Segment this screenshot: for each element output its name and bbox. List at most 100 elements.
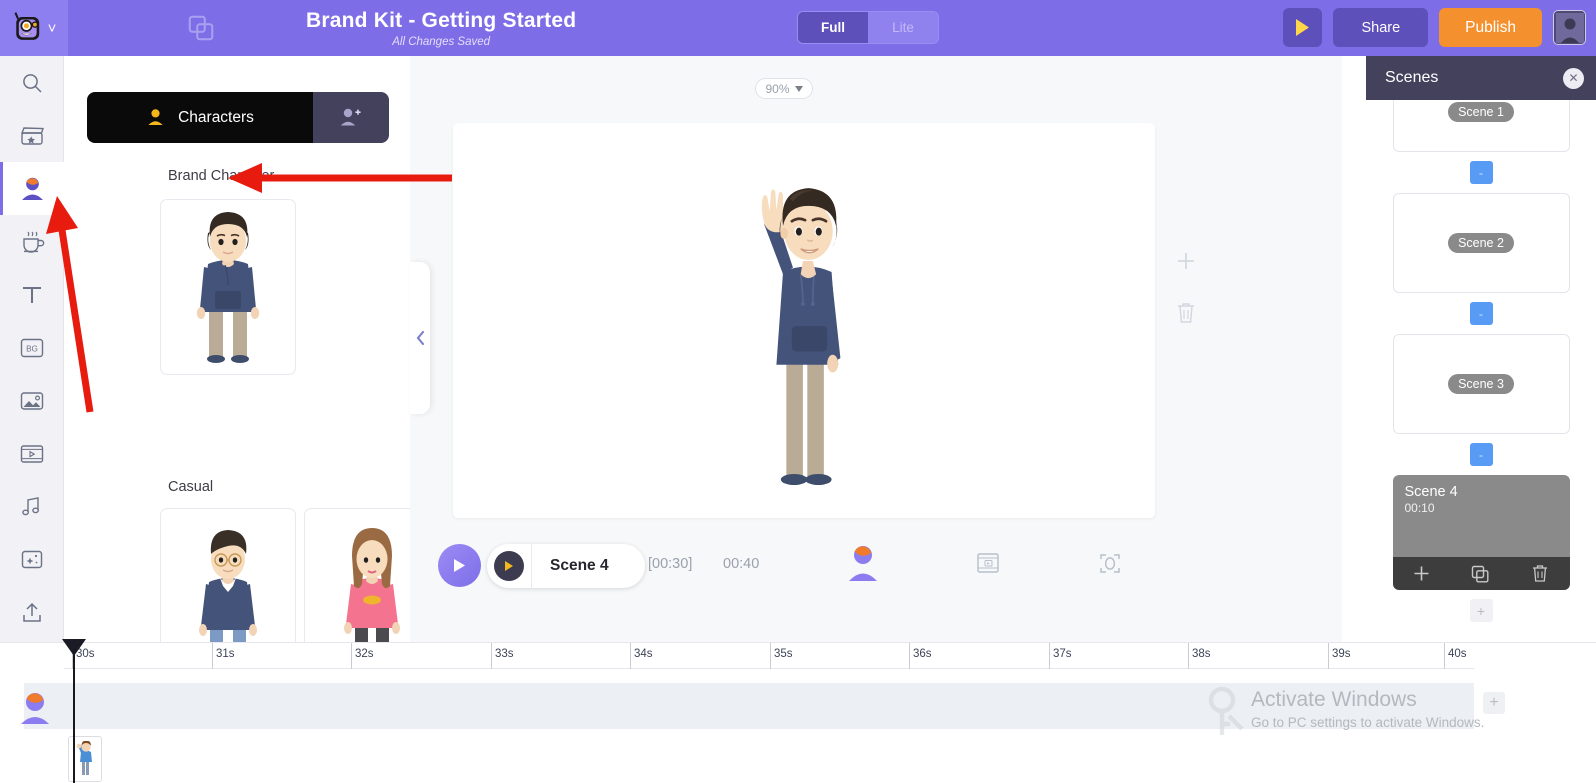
project-title-block: Brand Kit - Getting Started All Changes … bbox=[306, 9, 576, 48]
preview-button[interactable] bbox=[1283, 8, 1323, 47]
casual-male-glasses bbox=[199, 530, 257, 642]
play-icon bbox=[454, 559, 465, 572]
ruler-tick: 37s bbox=[1049, 643, 1072, 669]
image-icon bbox=[20, 391, 44, 410]
add-character-button[interactable] bbox=[313, 92, 389, 143]
tab-characters-label: Characters bbox=[178, 108, 254, 126]
user-avatar bbox=[1555, 12, 1584, 43]
video-settings-button[interactable] bbox=[975, 552, 1001, 580]
focus-frame-icon bbox=[1100, 554, 1120, 573]
scenes-panel-title: Scenes bbox=[1385, 69, 1439, 86]
ruler-tick: 34s bbox=[630, 643, 653, 669]
character-card-casual-male[interactable] bbox=[160, 508, 296, 642]
film-strip-icon bbox=[20, 444, 44, 463]
timeline-character-avatar[interactable] bbox=[16, 691, 54, 732]
mode-toggle[interactable]: Full Lite bbox=[797, 11, 939, 44]
music-note-icon bbox=[22, 496, 40, 515]
sidebar-item-scenes-templates[interactable] bbox=[0, 109, 64, 162]
waving-male-hoodie-character[interactable] bbox=[719, 165, 889, 485]
sidebar-item-images[interactable] bbox=[0, 374, 64, 427]
ruler-tick: 32s bbox=[351, 643, 374, 669]
sidebar-item-effects[interactable] bbox=[0, 533, 64, 586]
publish-button[interactable]: Publish bbox=[1439, 8, 1542, 47]
sidebar-item-upload[interactable] bbox=[0, 586, 64, 639]
timeline-playhead[interactable] bbox=[62, 639, 86, 783]
play-icon bbox=[1296, 19, 1310, 36]
total-time: 00:40 bbox=[723, 556, 760, 572]
characters-tab-group: Characters bbox=[87, 92, 389, 143]
plus-icon[interactable] bbox=[1176, 251, 1196, 271]
add-scene-button[interactable]: + bbox=[1469, 599, 1493, 622]
characters-panel: Characters Brand Character Casual bbox=[64, 56, 410, 642]
timeline-track-band[interactable] bbox=[24, 683, 1474, 729]
avatar[interactable] bbox=[1553, 10, 1586, 45]
coffee-cup-icon bbox=[22, 231, 44, 253]
play-button[interactable] bbox=[438, 544, 481, 587]
scene-thumb-4-selected[interactable]: Scene 4 00:10 bbox=[1392, 475, 1570, 557]
page-title: Brand Kit - Getting Started bbox=[306, 8, 577, 32]
character-card-brand[interactable] bbox=[160, 199, 296, 375]
section-header-casual: Casual + bbox=[168, 476, 410, 497]
current-scene-label: Scene 4 bbox=[550, 557, 609, 574]
sidebar-item-music[interactable] bbox=[0, 480, 64, 533]
character-avatar-icon bbox=[21, 693, 49, 724]
search-icon bbox=[23, 73, 42, 93]
scene-transition-2[interactable]: - bbox=[1469, 302, 1493, 325]
duplicate-icon[interactable] bbox=[186, 13, 216, 43]
scenes-list[interactable]: Scene 1 - Scene 2 - Scene 3 - Scene 4 00… bbox=[1366, 100, 1596, 642]
ruler-tick: 35s bbox=[770, 643, 793, 669]
character-card-casual-female[interactable] bbox=[304, 508, 410, 642]
sidebar-item-text[interactable] bbox=[0, 268, 64, 321]
add-track-button[interactable]: + bbox=[1483, 692, 1505, 714]
sidebar-item-video[interactable] bbox=[0, 427, 64, 480]
fit-to-screen-button[interactable] bbox=[1098, 552, 1122, 580]
tab-characters[interactable]: Characters bbox=[87, 92, 313, 143]
casual-female-pink-hoodie bbox=[344, 528, 400, 642]
scenes-panel: Scenes ✕ Scene 1 - Scene 2 - Scene 3 - S… bbox=[1366, 56, 1596, 642]
scene-thumb-1[interactable]: Scene 1 bbox=[1392, 100, 1570, 152]
share-button[interactable]: Share bbox=[1333, 8, 1429, 47]
zoom-level-value: 90% bbox=[765, 81, 790, 96]
ruler-tick: 38s bbox=[1188, 643, 1211, 669]
sidebar-item-search[interactable] bbox=[0, 56, 64, 109]
scene-transition-3[interactable]: - bbox=[1469, 443, 1493, 466]
trash-icon[interactable] bbox=[1531, 564, 1549, 583]
ruler-tick: 33s bbox=[491, 643, 514, 669]
caret-down-icon bbox=[794, 85, 803, 92]
plus-icon[interactable] bbox=[1413, 565, 1430, 582]
scene-label: Scene 2 bbox=[1448, 233, 1514, 253]
chevron-down-icon: ˅ bbox=[47, 19, 57, 37]
animaker-monster-logo bbox=[14, 12, 39, 40]
character-timeline-button[interactable] bbox=[845, 544, 881, 589]
scene-action-bar bbox=[1392, 557, 1570, 590]
timeline: 30s 31s 32s 33s 34s 35s 36s 37s 38s 39s … bbox=[0, 639, 1596, 783]
tab-lite[interactable]: Lite bbox=[868, 12, 938, 43]
scene-thumb-2[interactable]: Scene 2 bbox=[1392, 193, 1570, 293]
scene-thumb-3[interactable]: Scene 3 bbox=[1392, 334, 1570, 434]
collapse-panel-button[interactable] bbox=[410, 262, 430, 414]
app-header: ˅ Brand Kit - Getting Started All Change… bbox=[0, 0, 1596, 56]
save-status: All Changes Saved bbox=[392, 35, 491, 48]
sidebar-item-background[interactable]: BG bbox=[0, 321, 64, 374]
canvas-zoom-selector[interactable]: 90% bbox=[755, 78, 813, 99]
canvas[interactable] bbox=[453, 123, 1155, 518]
sidebar-item-props[interactable] bbox=[0, 215, 64, 268]
tab-full[interactable]: Full bbox=[798, 12, 868, 43]
current-scene-chip[interactable]: Scene 4 bbox=[487, 544, 645, 588]
copy-icon[interactable] bbox=[1471, 565, 1489, 583]
scene-duration: 00:10 bbox=[1404, 501, 1435, 515]
character-clip-thumbnail bbox=[76, 741, 92, 775]
timeline-ruler[interactable]: 30s 31s 32s 33s 34s 35s 36s 37s 38s 39s … bbox=[64, 643, 1474, 669]
upload-icon bbox=[23, 602, 41, 622]
logo-button[interactable]: ˅ bbox=[0, 0, 68, 56]
sidebar-item-characters[interactable] bbox=[0, 162, 64, 215]
scenes-panel-header: Scenes ✕ bbox=[1366, 56, 1596, 100]
text-t-icon bbox=[23, 286, 41, 303]
close-icon[interactable]: ✕ bbox=[1563, 67, 1584, 89]
scene-play-button[interactable] bbox=[494, 551, 524, 581]
section-title-brand-character: Brand Character bbox=[168, 168, 275, 184]
trash-icon[interactable] bbox=[1175, 301, 1197, 325]
stage-area: 90% Scene 4 [00:30] 00:40 bbox=[410, 56, 1342, 642]
scene-transition-1[interactable]: - bbox=[1469, 161, 1493, 184]
ruler-tick: 39s bbox=[1328, 643, 1351, 669]
